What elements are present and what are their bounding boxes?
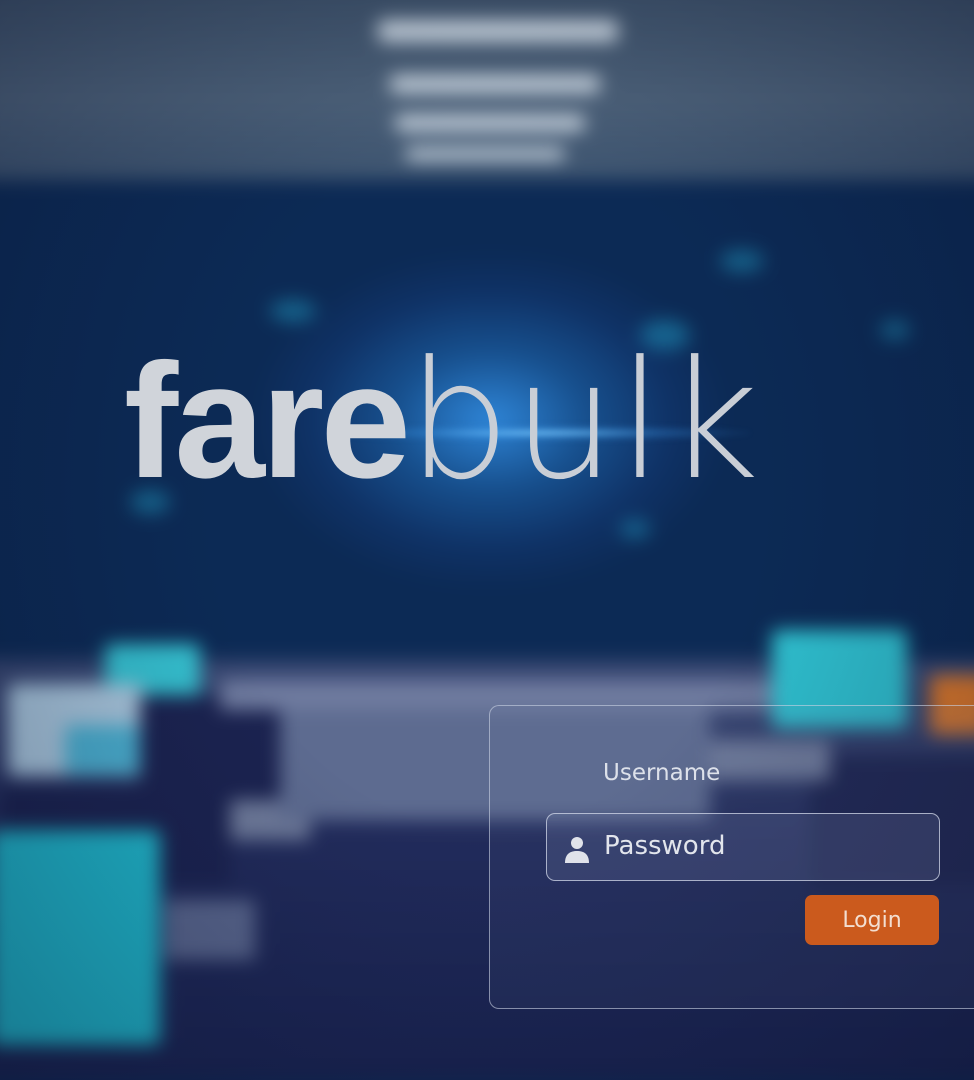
user-icon [563,836,591,864]
password-placeholder: Password [604,831,726,861]
password-field[interactable]: Password [546,813,940,881]
logo-light-text: bulk [407,327,762,516]
username-label: Username [603,760,721,786]
login-button[interactable]: Login [805,895,939,945]
brand-logo: farebulk [124,336,762,507]
logo-bold-text: fare [124,329,411,512]
